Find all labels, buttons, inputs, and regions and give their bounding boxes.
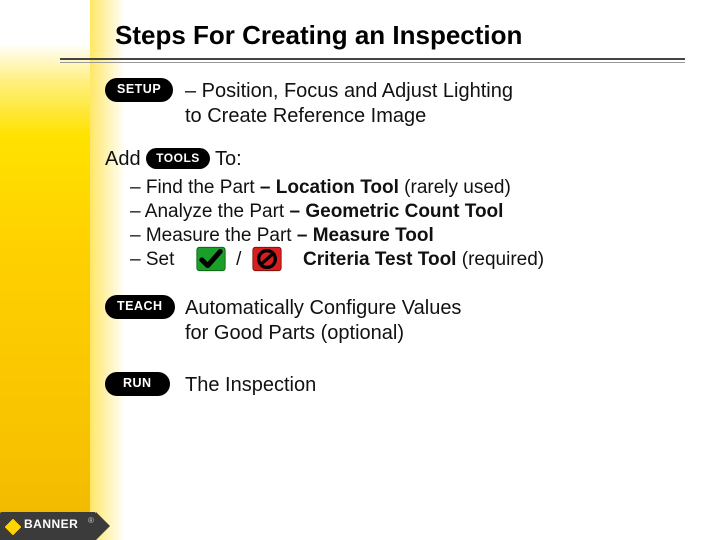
step-run: RUN The Inspection [105,372,690,398]
side-accent [0,0,90,540]
bullet-geometric: – Analyze the Part – Geometric Count Too… [130,200,690,224]
run-pill: RUN [105,372,170,396]
run-line1: The Inspection [185,374,316,396]
step-tools: Add TOOLS To: [105,147,690,172]
step-setup: SETUP – Position, Focus and Adjust Light… [105,78,690,129]
tools-tail: To: [215,148,242,170]
setup-line1: – Position, Focus and Adjust Lighting [185,80,513,102]
title-underline [60,58,685,63]
b4-pre: – Set [130,249,174,270]
setup-line2: to Create Reference Image [185,105,426,127]
b1-post: (rarely used) [399,177,511,198]
tools-pill: TOOLS [146,148,210,169]
prohibit-icon [252,246,282,272]
setup-pill: SETUP [105,78,173,102]
teach-pill: TEACH [105,295,175,319]
page-title: Steps For Creating an Inspection [115,20,522,51]
b1-bold: – Location Tool [260,177,399,198]
b3-bold: – Measure Tool [297,225,434,246]
bullet-location: – Find the Part – Location Tool (rarely … [130,176,690,200]
b1-pre: – Find the Part [130,177,260,198]
b3-pre: – Measure the Part [130,225,297,246]
b2-pre: – Analyze the Part [130,201,290,222]
content: SETUP – Position, Focus and Adjust Light… [105,78,690,416]
b4-slash: / [236,249,241,270]
b4-tail-post: (required) [456,249,544,270]
teach-line2: for Good Parts (optional) [185,322,404,344]
logo-text: BANNER [24,517,78,531]
bullet-criteria: – Set / Criteri [130,247,690,273]
logo-registered-icon: ® [88,516,94,525]
slide: Steps For Creating an Inspection SETUP –… [0,0,720,540]
bullet-measure: – Measure the Part – Measure Tool [130,224,690,248]
step-teach: TEACH Automatically Configure Values for… [105,295,690,346]
b4-tail-bold: Criteria Test Tool [303,249,456,270]
check-icon [196,246,226,272]
b2-bold: – Geometric Count Tool [290,201,504,222]
footer-logo: BANNER ® [0,512,112,540]
teach-line1: Automatically Configure Values [185,297,461,319]
tools-lead: Add [105,148,141,170]
tools-bullets: – Find the Part – Location Tool (rarely … [130,176,690,273]
